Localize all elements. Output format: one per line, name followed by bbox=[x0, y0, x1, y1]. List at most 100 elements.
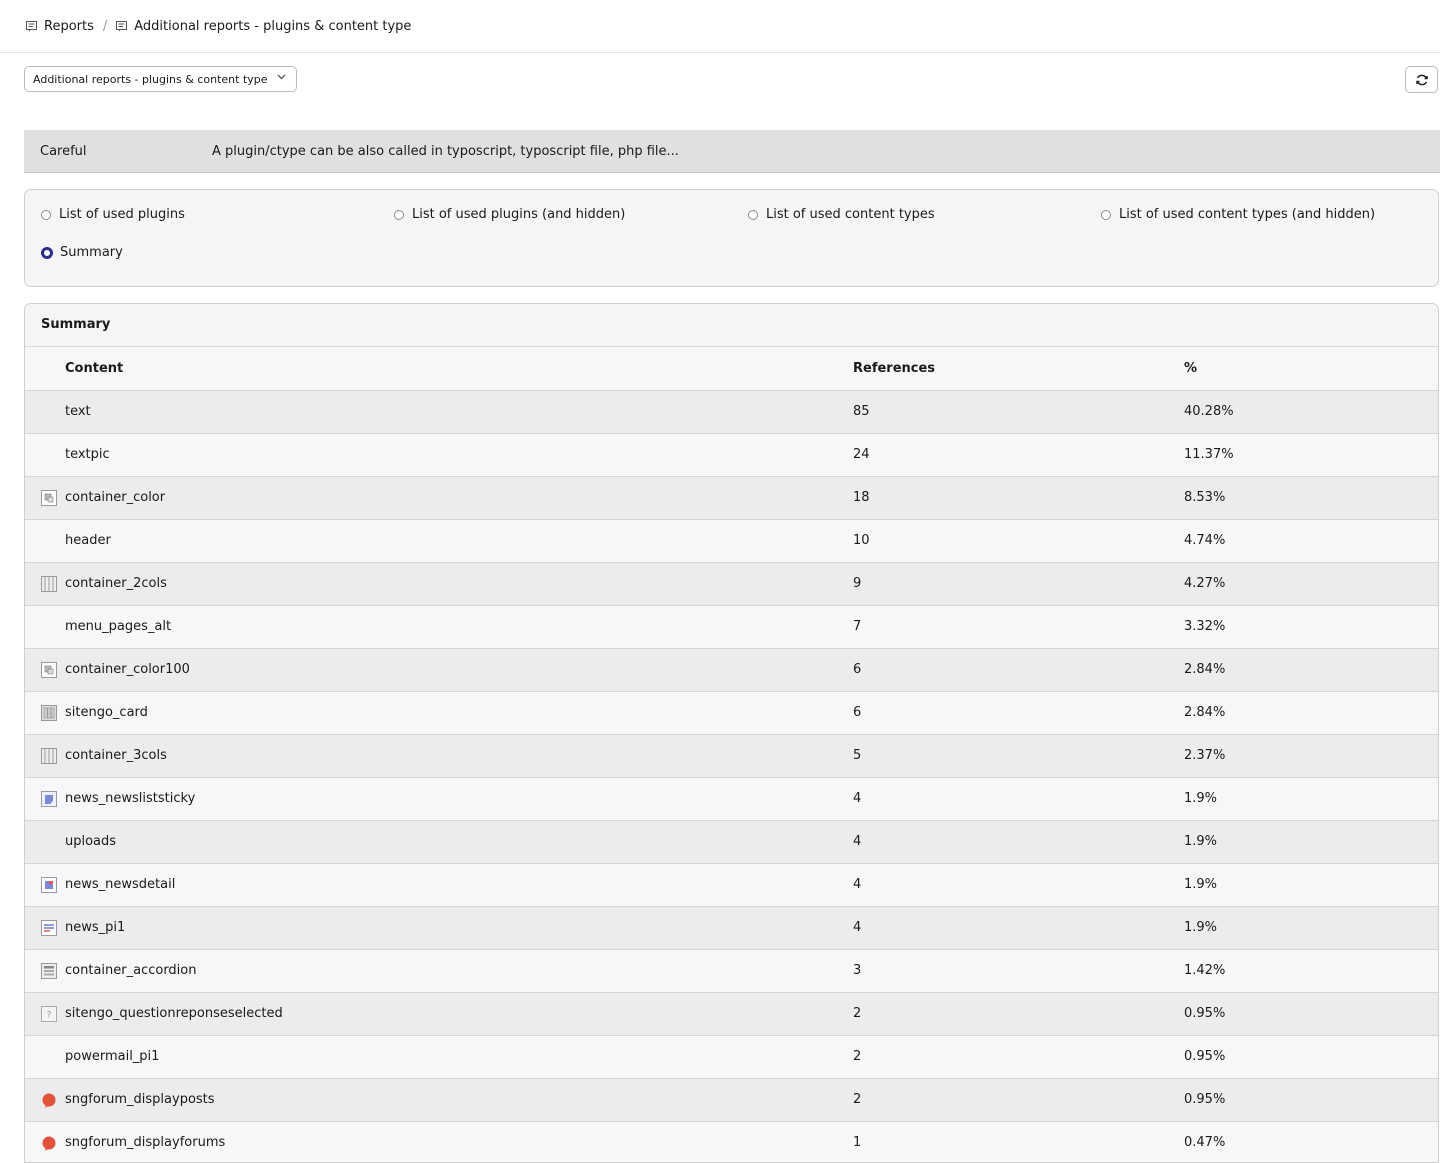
refresh-button[interactable] bbox=[1405, 66, 1438, 93]
option-used-ctypes[interactable]: List of used content types bbox=[748, 207, 935, 222]
table-row: menu_pages_alt 7 3.32% bbox=[25, 605, 1438, 649]
references-cell: 85 bbox=[853, 390, 1184, 434]
breadcrumb-label: Additional reports - plugins & content t… bbox=[134, 18, 412, 34]
percent-cell: 1.9% bbox=[1184, 906, 1438, 950]
breadcrumb: Reports / Additional reports - plugins &… bbox=[26, 19, 411, 34]
row-icon-cell bbox=[25, 476, 65, 520]
notice-bar: Careful A plugin/ctype can be also calle… bbox=[24, 130, 1440, 173]
chevron-down-icon bbox=[277, 72, 286, 84]
radio-button[interactable] bbox=[748, 209, 758, 220]
percent-cell: 1.9% bbox=[1184, 820, 1438, 864]
percent-cell: 1.9% bbox=[1184, 777, 1438, 821]
row-icon-cell bbox=[25, 648, 65, 692]
content-cell: news_pi1 bbox=[65, 906, 853, 950]
percent-cell: 40.28% bbox=[1184, 390, 1438, 434]
radio-button[interactable] bbox=[394, 209, 404, 220]
option-summary[interactable]: Summary bbox=[41, 245, 123, 260]
columns-icon bbox=[41, 747, 57, 764]
row-icon-cell bbox=[25, 1121, 65, 1162]
report-select[interactable]: Additional reports - plugins & content t… bbox=[24, 66, 297, 92]
notice-label: Careful bbox=[40, 143, 87, 159]
top-bar: Reports / Additional reports - plugins &… bbox=[0, 0, 1440, 53]
row-icon-cell bbox=[25, 863, 65, 907]
row-icon-cell bbox=[25, 734, 65, 778]
table-row: sngforum_displayposts 2 0.95% bbox=[25, 1078, 1438, 1122]
table-row: container_3cols 5 2.37% bbox=[25, 734, 1438, 778]
news-list-icon bbox=[41, 919, 57, 936]
percent-cell: 0.95% bbox=[1184, 1035, 1438, 1079]
percent-cell: 4.27% bbox=[1184, 562, 1438, 606]
row-icon-cell: ? bbox=[25, 992, 65, 1036]
content-cell: sitengo_card bbox=[65, 691, 853, 735]
radio-button[interactable] bbox=[1101, 209, 1111, 220]
summary-table: Content References % text 85 40.28% textpic… bbox=[25, 347, 1438, 1162]
references-cell: 9 bbox=[853, 562, 1184, 606]
breadcrumb-separator: / bbox=[102, 18, 108, 34]
table-row: news_newsliststicky 4 1.9% bbox=[25, 777, 1438, 821]
row-icon-cell bbox=[25, 1035, 65, 1079]
doc-header: Additional reports - plugins & content t… bbox=[0, 54, 1440, 114]
table-row: news_pi1 4 1.9% bbox=[25, 906, 1438, 950]
radio-button-checked[interactable] bbox=[41, 246, 53, 259]
column-header-content[interactable]: Content bbox=[65, 347, 853, 391]
panel-title: Summary bbox=[25, 304, 1438, 347]
breadcrumb-label: Reports bbox=[44, 18, 94, 34]
notice-message: A plugin/ctype can be also called in typ… bbox=[212, 143, 679, 159]
content-cell: sitengo_questionreponseselected bbox=[65, 992, 853, 1036]
container-icon bbox=[41, 489, 57, 506]
references-cell: 3 bbox=[853, 949, 1184, 993]
percent-cell: 3.32% bbox=[1184, 605, 1438, 649]
content-cell: menu_pages_alt bbox=[65, 605, 853, 649]
percent-cell: 0.95% bbox=[1184, 992, 1438, 1036]
references-cell: 6 bbox=[853, 648, 1184, 692]
table-row: powermail_pi1 2 0.95% bbox=[25, 1035, 1438, 1079]
references-cell: 7 bbox=[853, 605, 1184, 649]
breadcrumb-item-current[interactable]: Additional reports - plugins & content t… bbox=[116, 19, 411, 34]
accordion-icon bbox=[41, 962, 57, 979]
row-icon-cell bbox=[25, 691, 65, 735]
news-sticky-icon bbox=[41, 790, 57, 807]
option-used-plugins-hidden[interactable]: List of used plugins (and hidden) bbox=[394, 207, 625, 222]
table-row: header 10 4.74% bbox=[25, 519, 1438, 563]
percent-cell: 2.84% bbox=[1184, 691, 1438, 735]
option-used-plugins[interactable]: List of used plugins bbox=[41, 207, 185, 222]
summary-panel: Summary Content References % text 85 40.28… bbox=[24, 303, 1439, 1163]
row-icon-cell bbox=[25, 777, 65, 821]
references-cell: 6 bbox=[853, 691, 1184, 735]
percent-cell: 2.37% bbox=[1184, 734, 1438, 778]
content-cell: news_newsdetail bbox=[65, 863, 853, 907]
references-cell: 10 bbox=[853, 519, 1184, 563]
percent-cell: 4.74% bbox=[1184, 519, 1438, 563]
refresh-icon bbox=[1415, 74, 1428, 85]
content-cell: uploads bbox=[65, 820, 853, 864]
radio-button[interactable] bbox=[41, 209, 51, 220]
references-cell: 4 bbox=[853, 777, 1184, 821]
content-cell: container_color100 bbox=[65, 648, 853, 692]
row-icon-cell bbox=[25, 562, 65, 606]
table-row: ? sitengo_questionreponseselected 2 0.95% bbox=[25, 992, 1438, 1036]
breadcrumb-item-reports[interactable]: Reports bbox=[26, 19, 94, 34]
option-label: List of used plugins bbox=[59, 207, 185, 222]
content-cell: textpic bbox=[65, 433, 853, 477]
percent-cell: 2.84% bbox=[1184, 648, 1438, 692]
option-used-ctypes-hidden[interactable]: List of used content types (and hidden) bbox=[1101, 207, 1375, 222]
option-label: List of used plugins (and hidden) bbox=[412, 207, 626, 222]
option-label: Summary bbox=[60, 245, 123, 260]
content-cell: container_color bbox=[65, 476, 853, 520]
row-icon-cell bbox=[25, 906, 65, 950]
content-cell: container_accordion bbox=[65, 949, 853, 993]
percent-cell: 11.37% bbox=[1184, 433, 1438, 477]
row-icon-cell bbox=[25, 390, 65, 434]
content-cell: sngforum_displayposts bbox=[65, 1078, 853, 1122]
column-header-percent[interactable]: % bbox=[1184, 347, 1438, 391]
row-icon-cell bbox=[25, 605, 65, 649]
percent-cell: 8.53% bbox=[1184, 476, 1438, 520]
references-cell: 4 bbox=[853, 863, 1184, 907]
table-row: uploads 4 1.9% bbox=[25, 820, 1438, 864]
table-row: sngforum_displayforums 1 0.47% bbox=[25, 1121, 1438, 1162]
question-icon: ? bbox=[41, 1005, 57, 1022]
column-header-references[interactable]: References bbox=[853, 347, 1184, 391]
references-cell: 18 bbox=[853, 476, 1184, 520]
table-header-row: Content References % bbox=[25, 347, 1438, 391]
content-cell: powermail_pi1 bbox=[65, 1035, 853, 1079]
